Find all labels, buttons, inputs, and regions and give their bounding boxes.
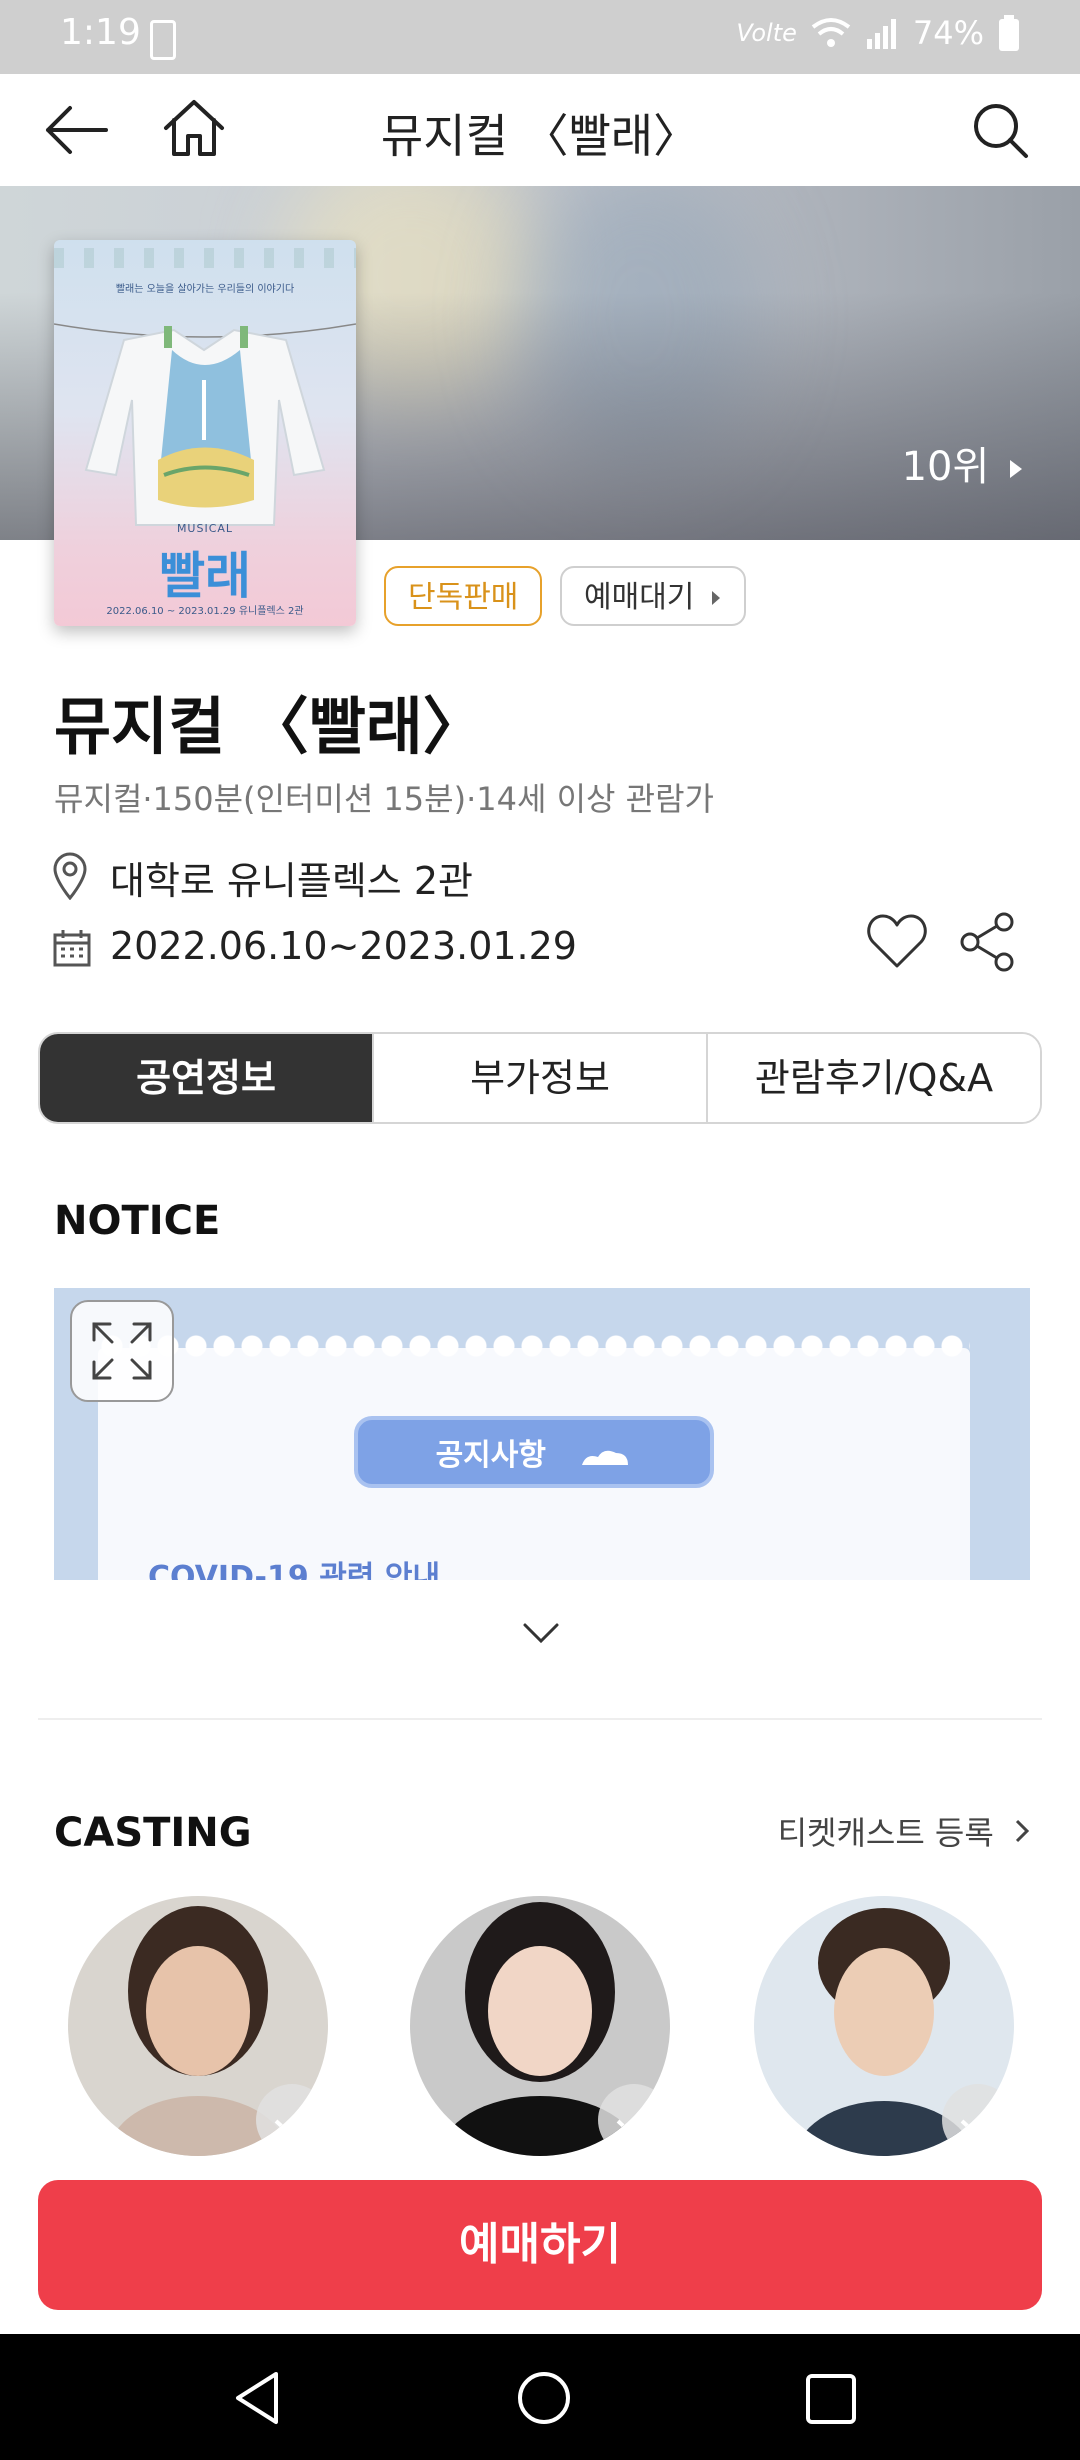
poster-laurels bbox=[54, 248, 356, 268]
notice-subtitle: COVID-19 관련 안내 bbox=[148, 1560, 441, 1580]
poster-tagline: 빨래는 오늘을 살아가는 우리들의 이야기다 bbox=[115, 284, 295, 295]
tab-performance-info[interactable]: 공연정보 bbox=[40, 1034, 372, 1122]
nav-home-icon[interactable] bbox=[516, 2370, 572, 2426]
battery-icon bbox=[999, 15, 1019, 51]
casting-heading: CASTING bbox=[54, 1810, 252, 1856]
cast-avatar[interactable] bbox=[68, 1896, 328, 2156]
share-icon[interactable] bbox=[958, 912, 1018, 972]
caret-right-icon bbox=[1010, 460, 1022, 478]
status-bar: 1:19 Volte 74% bbox=[0, 0, 1080, 74]
status-right: Volte 74% bbox=[736, 14, 1020, 52]
expand-button[interactable] bbox=[70, 1300, 174, 1402]
section-divider bbox=[38, 1718, 1042, 1720]
expand-icon bbox=[92, 1322, 152, 1380]
ticketcast-label: 티켓캐스트 등록 bbox=[777, 1814, 994, 1852]
waitlist-button[interactable]: 예매대기 bbox=[560, 566, 746, 626]
tab-reviews-qa[interactable]: 관람후기/Q&A bbox=[706, 1034, 1040, 1122]
cast-check-button[interactable] bbox=[598, 2084, 670, 2156]
cast-avatar[interactable] bbox=[410, 1896, 670, 2156]
check-icon bbox=[960, 2108, 997, 2135]
wifi-icon bbox=[811, 18, 851, 47]
venue-link[interactable]: 대학로 유니플렉스 2관 bbox=[110, 850, 473, 905]
search-icon[interactable] bbox=[972, 102, 1030, 160]
cast-check-button[interactable] bbox=[256, 2084, 328, 2156]
exclusive-sale-badge: 단독판매 bbox=[384, 566, 543, 626]
network-label: Volte bbox=[736, 19, 797, 47]
ranking-label: 10위 bbox=[901, 444, 990, 490]
battery-percent: 74% bbox=[912, 14, 984, 52]
header-title: 뮤지컬 〈빨래〉 bbox=[380, 109, 700, 163]
nav-back-icon[interactable] bbox=[232, 2370, 284, 2426]
heart-icon[interactable] bbox=[866, 912, 928, 970]
notice-title-pill: 공지사항 bbox=[354, 1416, 714, 1488]
tab-additional-info[interactable]: 부가정보 bbox=[372, 1034, 706, 1122]
avatar-face bbox=[834, 1948, 934, 2076]
show-title: 뮤지컬 〈빨래〉 bbox=[54, 690, 485, 763]
caret-right-icon bbox=[711, 591, 720, 605]
avatar-face bbox=[146, 1946, 250, 2076]
book-button[interactable]: 예매하기 bbox=[38, 2180, 1042, 2310]
calendar-icon bbox=[53, 930, 91, 967]
chevron-down-icon[interactable] bbox=[522, 1622, 560, 1644]
battery-saver-icon bbox=[150, 20, 176, 60]
cloud-icon bbox=[582, 1450, 629, 1465]
show-meta: 뮤지컬·150분(인터미션 15분)·14세 이상 관람가 bbox=[54, 780, 714, 818]
cast-avatar[interactable] bbox=[754, 1896, 1014, 2156]
poster-footer: 2022.06.10 ~ 2023.01.29 유니플렉스 2관 bbox=[106, 606, 304, 617]
location-pin-icon bbox=[53, 852, 87, 900]
nav-recents-icon[interactable] bbox=[804, 2372, 858, 2426]
notice-image[interactable]: 공지사항 COVID-19 관련 안내 bbox=[54, 1288, 1030, 1580]
ranking-link[interactable]: 10위 bbox=[902, 434, 1024, 492]
info-tabs: 공연정보 부가정보 관람후기/Q&A bbox=[38, 1032, 1042, 1124]
check-icon bbox=[616, 2108, 653, 2135]
notice-heading: NOTICE bbox=[54, 1198, 221, 1244]
signal-icon bbox=[866, 19, 896, 49]
avatar-face bbox=[488, 1946, 592, 2076]
notice-pill-label: 공지사항 bbox=[435, 1438, 546, 1473]
show-period: 2022.06.10~2023.01.29 bbox=[110, 924, 577, 968]
ticketcast-register-link[interactable]: 티켓캐스트 등록 bbox=[778, 1808, 1030, 1854]
chevron-right-icon bbox=[1015, 1819, 1030, 1843]
poster-title: 빨래 bbox=[159, 547, 251, 605]
status-time: 1:19 bbox=[60, 12, 141, 53]
system-nav-bar bbox=[0, 2334, 1080, 2460]
cast-check-button[interactable] bbox=[942, 2084, 1014, 2156]
check-icon bbox=[274, 2108, 311, 2135]
poster-shirt-illustration bbox=[54, 323, 356, 526]
notice-lace-border bbox=[98, 1332, 970, 1360]
top-app-bar: 뮤지컬 〈빨래〉 bbox=[0, 74, 1080, 187]
poster-musical-label: MUSICAL bbox=[176, 522, 234, 535]
show-poster[interactable]: 빨래는 오늘을 살아가는 우리들의 이야기다 MUSICAL 빨래 2022.0… bbox=[54, 240, 356, 626]
waitlist-label: 예매대기 bbox=[584, 580, 695, 615]
